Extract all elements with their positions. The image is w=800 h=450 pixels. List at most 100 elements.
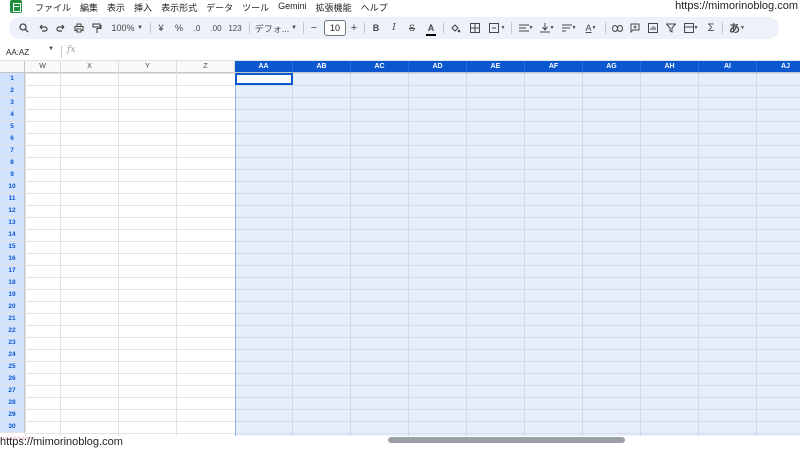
insert-comment-icon[interactable] — [628, 17, 642, 39]
horizontal-align-icon[interactable]: ▼ — [516, 17, 536, 39]
menu-item[interactable]: 拡張機能 — [316, 1, 352, 14]
font-family-select[interactable]: デフォ... — [254, 17, 290, 39]
column-header[interactable]: W — [25, 61, 61, 73]
formula-input[interactable] — [82, 45, 782, 59]
spreadsheet-grid[interactable]: W X Y Z AA AB AC AD AE AF AG AH AI AJ 1 2 3 4 5 6 7 8 9 10 11 12 1… — [0, 61, 800, 441]
bold-button[interactable]: B — [369, 17, 383, 39]
row-header[interactable]: 7 — [0, 145, 25, 157]
horizontal-scrollbar[interactable] — [388, 437, 625, 443]
row-header[interactable]: 28 — [0, 397, 25, 409]
row-header[interactable]: 21 — [0, 313, 25, 325]
paint-format-icon[interactable] — [90, 17, 104, 39]
menu-item[interactable]: データ — [206, 1, 233, 14]
decrease-font-size-button[interactable]: − — [308, 17, 320, 39]
row-header[interactable]: 4 — [0, 109, 25, 121]
text-rotation-icon[interactable]: A ▼ — [581, 17, 601, 39]
toolbar-divider — [303, 22, 304, 34]
column-header-selected[interactable]: AF — [525, 61, 583, 73]
column-header-selected[interactable]: AE — [467, 61, 525, 73]
row-header[interactable]: 27 — [0, 385, 25, 397]
row-header[interactable]: 3 — [0, 97, 25, 109]
menu-item[interactable]: ヘルプ — [361, 1, 388, 14]
column-header-selected[interactable]: AH — [641, 61, 699, 73]
print-icon[interactable] — [72, 17, 86, 39]
text-color-button[interactable]: A — [423, 17, 439, 39]
more-formats-button[interactable]: 123 — [226, 17, 244, 39]
menu-item[interactable]: 編集 — [80, 1, 98, 14]
row-header[interactable]: 29 — [0, 409, 25, 421]
increase-font-size-button[interactable]: + — [348, 17, 360, 39]
redo-icon[interactable] — [54, 17, 68, 39]
unselected-cells[interactable] — [25, 73, 235, 441]
input-tools-button[interactable]: あ ▼ — [726, 17, 748, 39]
font-size-input[interactable]: 10 — [324, 20, 346, 36]
row-header[interactable]: 13 — [0, 217, 25, 229]
row-header[interactable]: 8 — [0, 157, 25, 169]
sheets-logo-icon[interactable] — [10, 0, 22, 13]
menu-item[interactable]: ファイル — [35, 1, 71, 14]
menu-item[interactable]: 挿入 — [134, 1, 152, 14]
zoom-select[interactable]: 100% — [110, 17, 136, 39]
row-header[interactable]: 18 — [0, 277, 25, 289]
column-header-selected[interactable]: AJ — [757, 61, 800, 73]
row-header[interactable]: 15 — [0, 241, 25, 253]
column-header-selected[interactable]: AD — [409, 61, 467, 73]
fill-color-icon[interactable] — [448, 17, 462, 39]
row-header[interactable]: 23 — [0, 337, 25, 349]
insert-link-icon[interactable] — [610, 17, 624, 39]
functions-button[interactable]: Σ — [704, 17, 718, 39]
italic-button[interactable]: I — [387, 17, 401, 39]
text-wrapping-icon[interactable]: ▼ — [559, 17, 579, 39]
name-box-chevron-icon[interactable]: ▼ — [48, 46, 54, 52]
merge-cells-icon[interactable]: ▼ — [486, 17, 508, 39]
column-header[interactable]: Z — [177, 61, 235, 73]
insert-chart-icon[interactable] — [646, 17, 660, 39]
column-header-selected[interactable]: AG — [583, 61, 641, 73]
font-dropdown-chevron-icon[interactable]: ▼ — [290, 17, 298, 39]
menu-item[interactable]: ツール — [242, 1, 269, 14]
increase-decimal-button[interactable]: .00 — [207, 17, 225, 39]
row-header[interactable]: 10 — [0, 181, 25, 193]
create-filter-icon[interactable] — [664, 17, 678, 39]
decrease-decimal-button[interactable]: .0 — [189, 17, 205, 39]
search-menus-icon[interactable] — [17, 17, 31, 39]
column-header[interactable]: X — [61, 61, 119, 73]
strikethrough-button[interactable]: S — [405, 17, 419, 39]
menu-item[interactable]: Gemini — [278, 1, 307, 14]
menu-item[interactable]: 表示形式 — [161, 1, 197, 14]
undo-icon[interactable] — [36, 17, 50, 39]
row-header[interactable]: 9 — [0, 169, 25, 181]
active-cell[interactable] — [235, 73, 293, 85]
row-header[interactable]: 14 — [0, 229, 25, 241]
row-header[interactable]: 26 — [0, 373, 25, 385]
currency-format-button[interactable]: ¥ — [155, 17, 167, 39]
percent-format-button[interactable]: % — [173, 17, 185, 39]
column-header-selected[interactable]: AC — [351, 61, 409, 73]
column-header-selected[interactable]: AI — [699, 61, 757, 73]
select-all-corner[interactable] — [0, 61, 25, 73]
column-header[interactable]: Y — [119, 61, 177, 73]
borders-icon[interactable] — [467, 17, 483, 39]
row-header[interactable]: 16 — [0, 253, 25, 265]
row-header[interactable]: 6 — [0, 133, 25, 145]
vertical-align-icon[interactable]: ▼ — [537, 17, 557, 39]
row-header[interactable]: 20 — [0, 301, 25, 313]
selected-columns-range[interactable] — [235, 73, 800, 441]
row-header[interactable]: 2 — [0, 85, 25, 97]
column-gridline — [350, 73, 351, 441]
row-header[interactable]: 17 — [0, 265, 25, 277]
filter-views-icon[interactable]: ▼ — [681, 17, 701, 39]
row-header[interactable]: 24 — [0, 349, 25, 361]
menu-item[interactable]: 表示 — [107, 1, 125, 14]
row-header[interactable]: 25 — [0, 361, 25, 373]
row-header[interactable]: 5 — [0, 121, 25, 133]
row-header[interactable]: 30 — [0, 421, 25, 433]
zoom-dropdown-chevron-icon[interactable]: ▼ — [136, 17, 144, 39]
row-header[interactable]: 22 — [0, 325, 25, 337]
row-header[interactable]: 1 — [0, 73, 25, 85]
column-header-selected[interactable]: AA — [235, 61, 293, 73]
column-header-selected[interactable]: AB — [293, 61, 351, 73]
row-header[interactable]: 11 — [0, 193, 25, 205]
row-header[interactable]: 19 — [0, 289, 25, 301]
row-header[interactable]: 12 — [0, 205, 25, 217]
